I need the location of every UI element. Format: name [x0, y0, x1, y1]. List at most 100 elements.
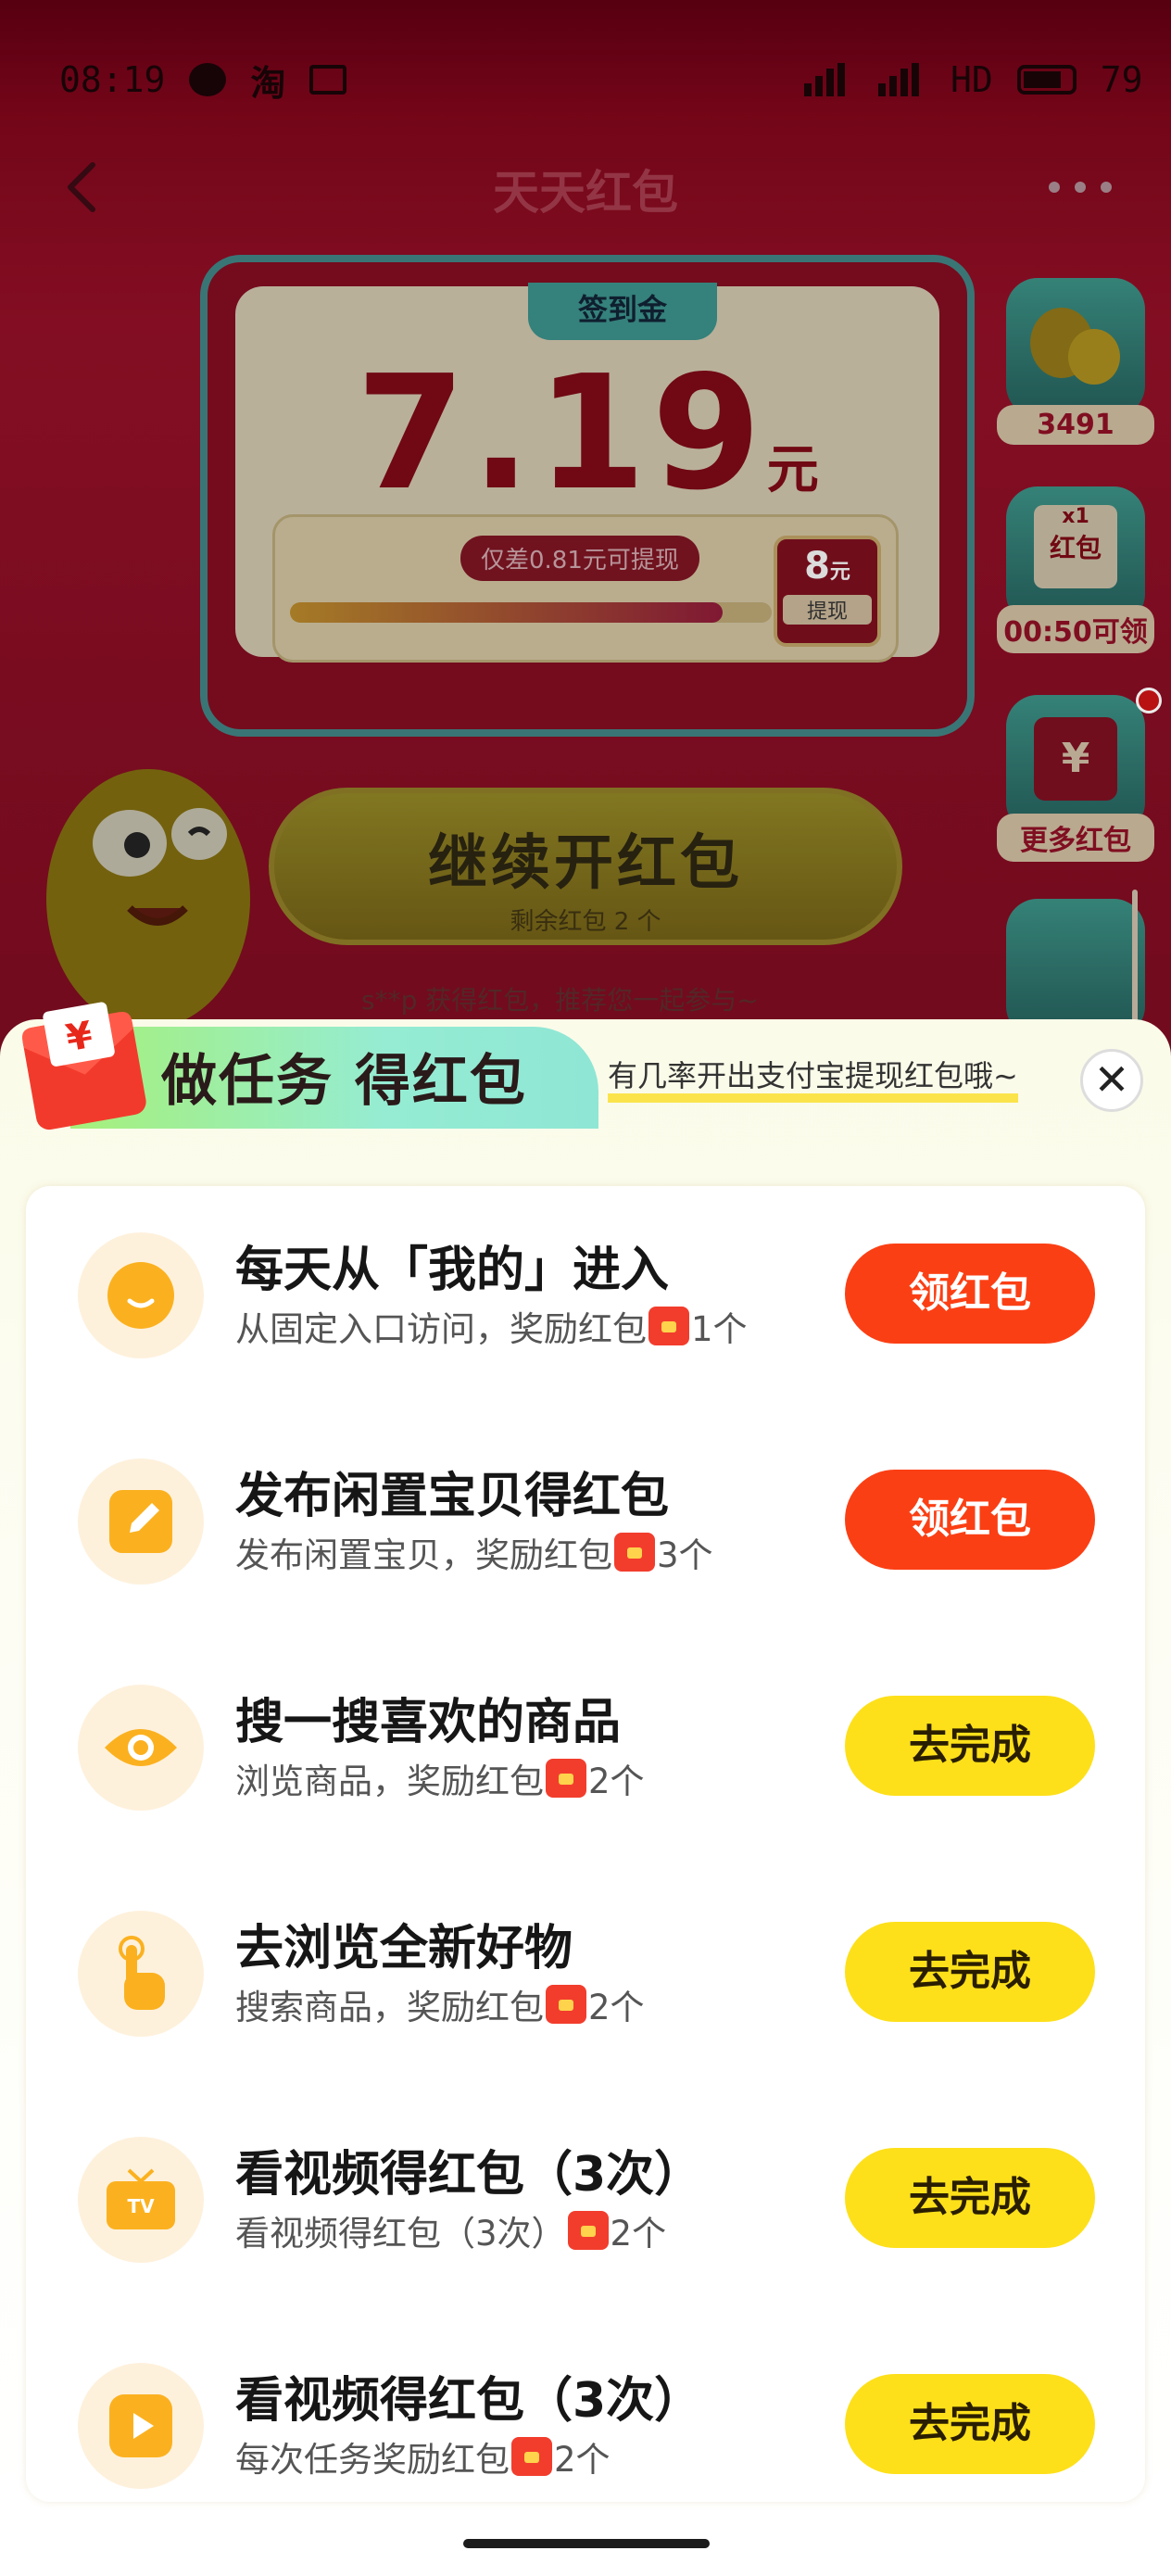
- mascot-mini-icon: [1006, 899, 1145, 1038]
- task-description: 每次任务奖励红包 2个: [235, 2431, 611, 2481]
- battery-level: 79: [1100, 59, 1143, 100]
- chat-icon: [189, 63, 227, 96]
- balance-amount: 7.19元: [235, 342, 939, 525]
- yuan-envelope-icon: ¥ 更多红包: [997, 688, 1162, 862]
- task-title: 搜一搜喜欢的商品: [235, 1695, 622, 1750]
- continue-open-label: 继续开红包: [428, 829, 743, 898]
- task-description: 从固定入口访问，奖励红包 1个: [235, 1301, 748, 1351]
- progress-bar: [290, 602, 772, 623]
- task-action-button[interactable]: 去完成: [845, 2374, 1095, 2474]
- withdraw-progress: 仅差0.81元可提现 8元 提现: [272, 514, 899, 663]
- side-widget-coins[interactable]: 3491: [997, 278, 1154, 445]
- task-desc-text: 搜索商品，奖励红包: [235, 1988, 544, 2027]
- task-title: 看视频得红包（3次）: [235, 2373, 703, 2429]
- close-button[interactable]: ✕: [1080, 1049, 1143, 1112]
- task-title: 看视频得红包（3次）: [235, 2147, 703, 2203]
- withdraw-hint: 仅差0.81元可提现: [460, 536, 699, 581]
- tv-icon: TV: [78, 2137, 204, 2263]
- goal-label: 提现: [783, 595, 872, 625]
- smile-icon: [78, 1232, 204, 1358]
- task-reward-count: 2个: [588, 1988, 645, 2027]
- network-label: HD: [951, 59, 993, 100]
- task-reward-count: 1个: [691, 1309, 748, 1349]
- task-description: 看视频得红包（3次） 2个: [235, 2205, 666, 2255]
- gallery-icon: [309, 65, 347, 95]
- red-envelope-small-icon: [546, 1985, 586, 2024]
- red-envelope-icon: ¥: [21, 1002, 146, 1130]
- coins-count: 3491: [997, 405, 1154, 445]
- coins-icon: 3491: [997, 278, 1154, 445]
- task-action-button[interactable]: 领红包: [845, 1244, 1095, 1344]
- task-title: 发布闲置宝贝得红包: [235, 1469, 670, 1524]
- task-row: 看视频得红包（3次） 每次任务奖励红包 2个 去完成: [26, 2317, 1145, 2543]
- task-description: 浏览商品，奖励红包 2个: [235, 1753, 645, 1803]
- home-indicator[interactable]: [463, 2539, 710, 2548]
- goal-amount: 8: [804, 545, 830, 587]
- task-row: TV 看视频得红包（3次） 看视频得红包（3次） 2个 去完成: [26, 2090, 1145, 2317]
- nav-bar: 天天红包: [0, 148, 1171, 232]
- task-action-button[interactable]: 去完成: [845, 1922, 1095, 2022]
- remaining-envelopes: 剩余红包 2 个: [510, 908, 661, 936]
- status-bar-right: HD 79: [802, 52, 1143, 107]
- notification-dot: [1136, 688, 1162, 713]
- side-widget-timed-envelope[interactable]: x1 红包 00:50可领: [997, 486, 1154, 653]
- eye-icon: [78, 1685, 204, 1811]
- envelope-multiplier: x1: [1062, 505, 1089, 528]
- red-envelope-icon: x1 红包 00:50可领: [997, 486, 1154, 653]
- red-envelope-small-icon: [567, 2211, 609, 2250]
- sign-in-card: 签到金 7.19元 仅差0.81元可提现 8元 提现: [200, 255, 975, 737]
- status-time: 08:19: [59, 59, 166, 100]
- task-panel-title: 做任务 得红包: [161, 1049, 527, 1114]
- continue-open-button[interactable]: 继续开红包 剩余红包 2 个: [269, 788, 902, 945]
- task-panel-subtitle: 有几率开出支付宝提现红包哦~: [608, 1058, 1018, 1104]
- task-reward-count: 2个: [588, 1762, 645, 1801]
- task-action-button[interactable]: 去完成: [845, 2148, 1095, 2248]
- background-activity: 08:19 淘 HD 79 天天红包 签到金 7.19元 仅差0.81元可提现 …: [0, 0, 1171, 1075]
- signal-icon-2: [878, 63, 919, 96]
- task-desc-text: 发布闲置宝贝，奖励红包: [235, 1535, 612, 1575]
- task-desc-text: 看视频得红包（3次）: [235, 2214, 566, 2254]
- task-panel-header: ¥ 做任务 得红包: [15, 1001, 598, 1130]
- balance-unit: 元: [766, 440, 819, 500]
- more-options-icon[interactable]: [1043, 169, 1117, 206]
- task-reward-count: 3个: [657, 1535, 713, 1575]
- envelope-name: 红包: [1049, 533, 1102, 563]
- sign-in-tab: 签到金: [528, 283, 717, 340]
- more-envelopes-label: 更多红包: [997, 814, 1154, 862]
- svg-text:TV: TV: [127, 2195, 155, 2217]
- side-widget-more-envelopes[interactable]: ¥ 更多红包: [997, 688, 1162, 862]
- video-play-icon: [78, 2363, 204, 2489]
- task-reward-count: 2个: [610, 2214, 667, 2254]
- withdraw-goal[interactable]: 8元 提现: [774, 536, 881, 647]
- task-description: 发布闲置宝贝，奖励红包 3个: [235, 1527, 713, 1577]
- goal-unit: 元: [829, 561, 850, 584]
- red-envelope-small-icon: [511, 2437, 552, 2476]
- scrollbar[interactable]: [1132, 890, 1138, 1029]
- page-title: 天天红包: [493, 166, 678, 220]
- task-action-button[interactable]: 去完成: [845, 1696, 1095, 1796]
- balance-value: 7.19: [356, 342, 767, 525]
- close-icon: ✕: [1093, 1054, 1130, 1105]
- pointer-hand-icon: [78, 1911, 204, 2037]
- task-desc-text: 从固定入口访问，奖励红包: [235, 1309, 647, 1349]
- task-title: 每天从「我的」进入: [235, 1243, 670, 1298]
- task-row: 每天从「我的」进入从固定入口访问，奖励红包 1个 领红包: [26, 1186, 1145, 1412]
- task-action-button[interactable]: 领红包: [845, 1470, 1095, 1570]
- envelope-countdown: 00:50可领: [997, 605, 1154, 653]
- taobao-icon: 淘: [250, 62, 286, 104]
- task-reward-count: 2个: [554, 2440, 611, 2480]
- edit-icon: [78, 1458, 204, 1585]
- task-row: 去浏览全新好物搜索商品，奖励红包 2个 去完成: [26, 1864, 1145, 2090]
- task-desc-text: 每次任务奖励红包: [235, 2440, 510, 2480]
- battery-icon: [1016, 65, 1077, 95]
- task-row: 搜一搜喜欢的商品浏览商品，奖励红包 2个 去完成: [26, 1638, 1145, 1864]
- progress-bar-fill: [290, 602, 724, 623]
- task-description: 搜索商品，奖励红包 2个: [235, 1979, 645, 2029]
- side-widget-extra[interactable]: [1006, 899, 1145, 1038]
- task-desc-text: 浏览商品，奖励红包: [235, 1762, 544, 1801]
- red-envelope-small-icon: [614, 1533, 655, 1572]
- status-bar-left: 08:19 淘: [59, 52, 347, 107]
- task-title: 去浏览全新好物: [235, 1921, 573, 1976]
- red-envelope-small-icon: [546, 1759, 586, 1798]
- red-envelope-small-icon: [648, 1307, 689, 1345]
